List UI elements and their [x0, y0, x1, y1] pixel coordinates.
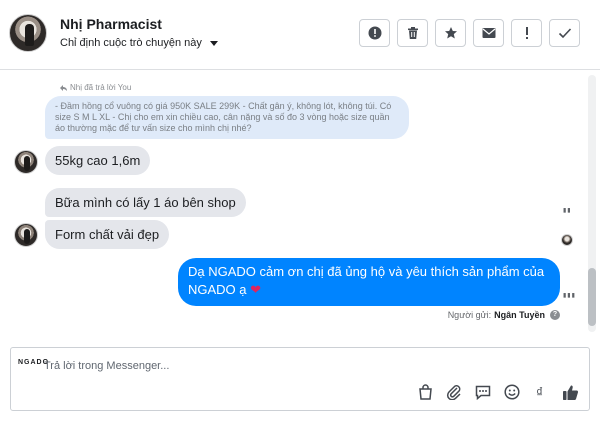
thumbs-up-icon — [562, 385, 578, 400]
star-button[interactable] — [435, 19, 466, 47]
shopping-bag-icon — [418, 384, 432, 400]
smiley-icon — [504, 384, 520, 400]
spam-button[interactable] — [511, 19, 542, 47]
message-input[interactable] — [44, 356, 564, 376]
chat-bubble-icon — [475, 385, 491, 400]
mark-unread-button[interactable] — [473, 19, 504, 47]
caret-down-icon — [209, 40, 218, 46]
alert-icon — [368, 26, 381, 40]
shopping-bag-button[interactable] — [416, 383, 434, 401]
check-icon — [558, 28, 571, 39]
contact-avatar[interactable] — [9, 14, 47, 52]
assign-label: Chỉ định cuộc trò chuyện này — [60, 37, 202, 49]
exclamation-icon — [525, 27, 528, 39]
composer-actions: ₫ — [416, 383, 579, 401]
seen-avatar — [561, 234, 573, 246]
paperclip-icon — [446, 385, 461, 400]
star-icon — [444, 27, 457, 39]
contact-avatar-small — [14, 150, 38, 174]
quoted-message[interactable]: - Đầm hồng cổ vuông có giá 950K SALE 299… — [45, 96, 409, 139]
dong-currency-icon: ₫ — [536, 384, 543, 400]
attach-button[interactable] — [445, 383, 463, 401]
header-toolbar — [359, 19, 580, 47]
sender-info: Người gửi: Ngân Tuyền ? — [448, 310, 560, 320]
incoming-message[interactable]: Form chất vải đẹp — [45, 220, 170, 249]
contact-avatar-small — [14, 223, 38, 247]
conversation-header: Nhị Pharmacist Chỉ định cuộc trò chuyện … — [0, 0, 600, 70]
outgoing-message[interactable]: Dạ NGADO cảm ơn chị đã ủng hộ và yêu thí… — [178, 258, 560, 306]
sender-label: Người gửi: — [447, 310, 492, 320]
contact-name[interactable]: Nhị Pharmacist — [60, 16, 162, 32]
mark-done-button[interactable] — [549, 19, 580, 47]
incoming-message[interactable]: 55kg cao 1,6m — [45, 146, 151, 175]
help-icon[interactable]: ? — [550, 310, 560, 320]
replied-note-text: Nhị đã trả lời You — [70, 83, 132, 92]
seen-marker: ▮▮ — [563, 208, 572, 214]
alert-button[interactable] — [359, 19, 390, 47]
assign-conversation-dropdown[interactable]: Chỉ định cuộc trò chuyện này — [60, 37, 218, 49]
sender-name: Ngân Tuyền — [494, 310, 545, 320]
payment-button[interactable]: ₫ — [532, 383, 550, 401]
delete-button[interactable] — [397, 19, 428, 47]
scrollbar-thumb[interactable] — [588, 268, 596, 326]
replied-note: Nhị đã trả lời You — [60, 83, 131, 92]
mail-icon — [482, 28, 495, 38]
outgoing-message-text: Dạ NGADO cảm ơn chị đã ủng hộ và yêu thí… — [188, 264, 545, 297]
saved-replies-button[interactable] — [474, 383, 492, 401]
message-composer: NGADO ₫ — [10, 347, 590, 411]
reply-icon — [60, 84, 67, 91]
trash-icon — [407, 27, 418, 39]
emoji-button[interactable] — [503, 383, 521, 401]
delivery-marker: ▮▮▮ — [563, 293, 576, 299]
like-button[interactable] — [561, 383, 579, 401]
incoming-message[interactable]: Bữa mình có lấy 1 áo bên shop — [45, 188, 246, 217]
heart-emoji: ❤ — [250, 282, 262, 297]
svg-text:₫: ₫ — [536, 384, 543, 400]
